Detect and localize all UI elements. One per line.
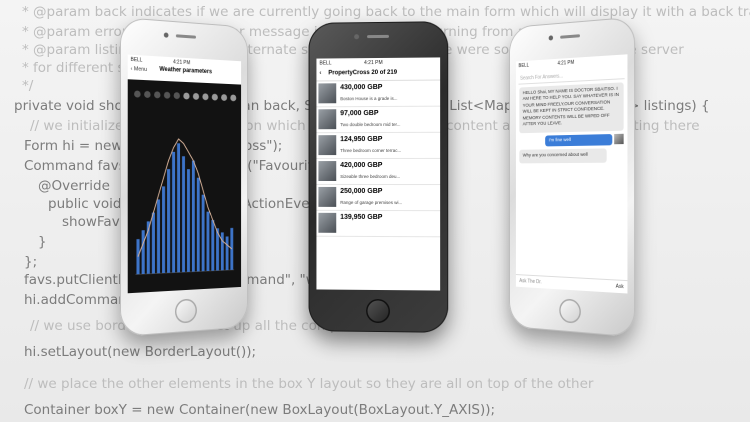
listing-thumbnail (318, 83, 337, 104)
code-line: // we place the other elements in the bo… (24, 376, 594, 392)
listing-description: Range of garage premises wi... (340, 199, 403, 206)
avatar (614, 133, 624, 145)
moon-phase-icon (211, 93, 218, 101)
listing-thumbnail (318, 212, 337, 233)
listing-price: 124,950 GBP (340, 135, 383, 144)
chart-bar (230, 227, 234, 270)
bot-message: HELLO Shai, MY NAME IS DOCTOR SBAITSO. I… (519, 82, 624, 134)
list-item[interactable]: 430,000 GBP Boston House is a grade is... (316, 80, 441, 108)
listing-price: 139,950 GBP (340, 213, 383, 222)
clock-label: 4:21 PM (173, 59, 191, 67)
code-line: hi.setLayout(new BorderLayout()); (24, 344, 257, 360)
earpiece-speaker (367, 34, 389, 39)
code-line: * @param back indicates if we are curren… (22, 4, 750, 20)
message-input-bar: Ask The Dr. Ask (515, 274, 628, 294)
moon-phase-icon (230, 94, 237, 102)
chart-bar (172, 151, 176, 273)
moon-phase-icon (163, 91, 171, 99)
listing-list: 430,000 GBP Boston House is a grade is...… (316, 80, 441, 238)
moon-phase-icon (221, 94, 228, 101)
carrier-label: BELL (518, 62, 529, 70)
listing-price: 250,000 GBP (340, 187, 383, 196)
listing-description: Boston House is a grade is... (340, 95, 398, 102)
earpiece-speaker (175, 34, 196, 39)
chart-bar (162, 186, 166, 274)
chart-bar (151, 212, 155, 274)
listing-thumbnail (318, 135, 337, 156)
user-message: I'm fine well (545, 133, 613, 147)
result-count: 20 of 219 (371, 69, 398, 77)
code-line: */ (22, 78, 34, 94)
moon-phase-icon (192, 92, 200, 100)
title-bar: ‹ PropertyCross 20 of 219 (316, 67, 441, 82)
chart-bar (225, 236, 229, 271)
listing-thumbnail (318, 161, 337, 181)
message-input[interactable]: Ask The Dr. (519, 278, 541, 285)
weather-chart (127, 79, 242, 294)
front-camera (548, 35, 554, 41)
chart-bar (206, 211, 210, 272)
property-screen: BELL 4:21 PM ‹ PropertyCross 20 of 219 4… (316, 57, 441, 291)
moon-phase-icon (144, 90, 151, 99)
listing-thumbnail (318, 186, 337, 207)
carrier-label: BELL (130, 56, 143, 64)
chart-bar (167, 169, 171, 273)
back-label: Menu (133, 66, 148, 74)
moon-phase-icon (183, 92, 190, 100)
chart-bar (181, 155, 185, 272)
back-button[interactable]: ‹ (319, 70, 321, 76)
chart-svg (134, 90, 237, 293)
listing-price: 97,000 GBP (340, 109, 379, 118)
code-line: @Override (38, 178, 110, 194)
app-name: PropertyCross (328, 70, 370, 77)
chart-bar (220, 232, 224, 271)
moon-phase-icon (202, 93, 209, 101)
listing-description: Sizeable three bedroom deu... (340, 173, 401, 180)
list-item[interactable]: 139,950 GBP (316, 210, 441, 238)
listing-description: Three bedroom corner terrac... (340, 147, 402, 154)
home-button[interactable] (366, 298, 390, 324)
front-camera (354, 34, 360, 40)
bot-reply: Why are you concerned about well (519, 148, 607, 164)
chart-bar (211, 219, 215, 271)
weather-screen: BELL 4:21 PM ‹ Menu Weather parameters (127, 54, 242, 294)
moon-phase-icon (134, 90, 141, 98)
chart-bar (141, 230, 145, 275)
chat-screen: BELL 4:21 PM Search For Answers... HELLO… (515, 54, 628, 294)
chart-bar (156, 199, 161, 274)
listing-description: Two double bedroom mid ter... (340, 121, 401, 128)
home-button[interactable] (174, 298, 197, 324)
code-line: Container boxY = new Container(new BoxLa… (24, 402, 496, 418)
ask-button[interactable]: Ask (616, 284, 624, 291)
chart-bar (187, 169, 191, 273)
list-item[interactable]: 250,000 GBP Range of garage premises wi..… (316, 184, 441, 212)
listing-price: 420,000 GBP (340, 161, 383, 170)
list-item[interactable]: 124,950 GBP Three bedroom corner terrac..… (316, 132, 441, 160)
code-line: }; (24, 254, 38, 270)
back-button[interactable]: ‹ Menu (131, 66, 147, 73)
code-line: } (38, 234, 47, 250)
listing-thumbnail (318, 109, 337, 130)
clock-label: 4:21 PM (364, 59, 383, 67)
list-item[interactable]: 97,000 GBP Two double bedroom mid ter... (316, 106, 441, 134)
chart-bar (191, 160, 195, 272)
user-message-row: I'm fine well (516, 133, 628, 147)
chart-bar (201, 194, 205, 272)
home-button[interactable] (559, 298, 581, 324)
listing-price: 430,000 GBP (340, 83, 383, 92)
phone-chat: BELL 4:21 PM Search For Answers... HELLO… (509, 16, 636, 338)
chart-bar (136, 239, 140, 275)
chart-bar (176, 142, 180, 272)
page-title: PropertyCross 20 of 219 (328, 70, 397, 77)
phone-property: BELL 4:21 PM ‹ PropertyCross 20 of 219 4… (308, 21, 449, 333)
chart-bar (196, 177, 200, 272)
phone-weather: BELL 4:21 PM ‹ Menu Weather parameters (119, 16, 248, 338)
carrier-label: BELL (319, 60, 332, 67)
earpiece-speaker (560, 34, 580, 39)
moon-phase-icon (173, 92, 180, 100)
moon-phase-icon (154, 91, 161, 99)
list-item[interactable]: 420,000 GBP Sizeable three bedroom deu... (316, 158, 441, 186)
clock-label: 4:21 PM (557, 59, 575, 67)
front-camera (163, 32, 169, 38)
